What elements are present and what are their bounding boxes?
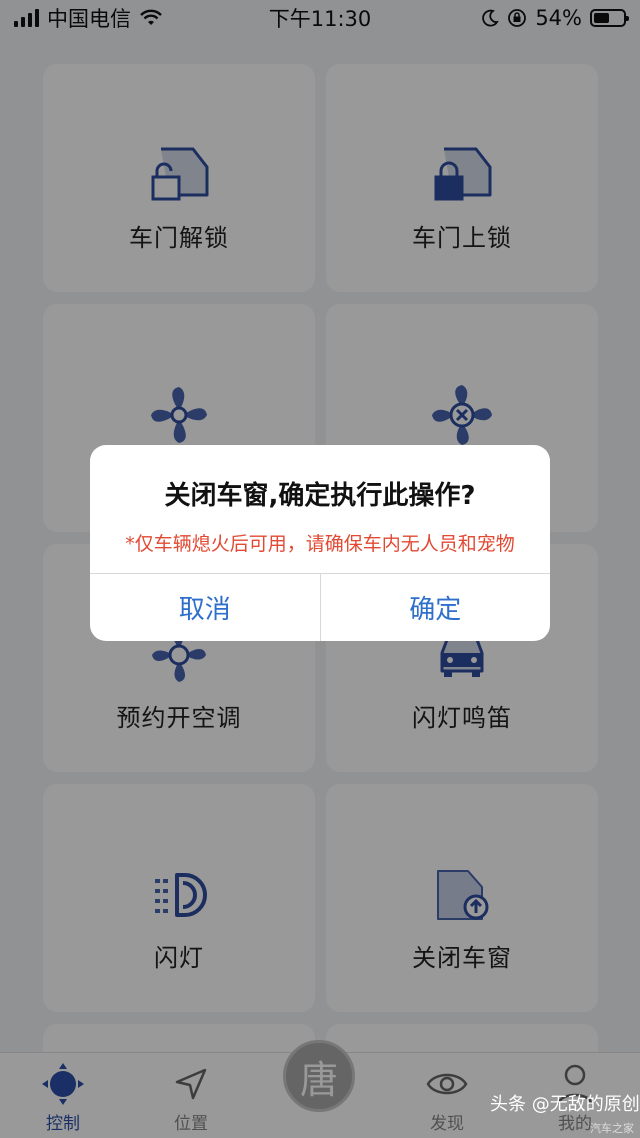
watermark-sub: 汽车之家 bbox=[590, 1122, 634, 1135]
confirm-dialog: 关闭车窗,确定执行此操作? *仅车辆熄火后可用，请确保车内无人员和宠物 取消 确… bbox=[90, 445, 550, 641]
watermark: 头条 @无敌的原创 bbox=[490, 1094, 640, 1115]
dialog-warning-note: *仅车辆熄火后可用，请确保车内无人员和宠物 bbox=[125, 533, 515, 555]
confirm-button[interactable]: 确定 bbox=[319, 574, 551, 641]
cancel-button[interactable]: 取消 bbox=[90, 574, 320, 641]
dialog-title: 关闭车窗,确定执行此操作? bbox=[164, 481, 476, 511]
dialog-actions: 取消 确定 bbox=[90, 573, 550, 641]
